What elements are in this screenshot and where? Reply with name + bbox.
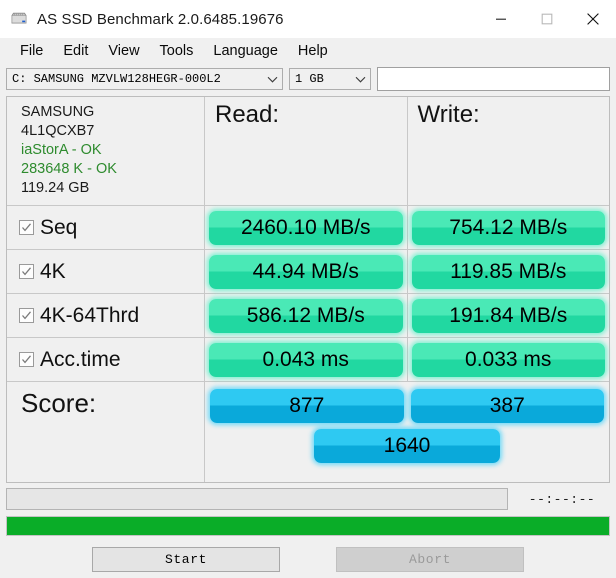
row-label-acc-time[interactable]: Acc.time [7, 338, 205, 381]
write-column-header-cell: Write: [408, 97, 610, 205]
4k-64thrd-read-value: 586.12 MB/s [246, 303, 365, 327]
test-size-select[interactable]: 1 GB [289, 68, 371, 90]
table-row: Seq 2460.10 MB/s 754.12 MB/s [7, 206, 609, 250]
drive-select-value: C: SAMSUNG MZVLW128HEGR-000L2 [12, 72, 221, 86]
checkbox-acc-time[interactable] [19, 352, 34, 367]
device-model: SAMSUNG [21, 104, 95, 120]
close-button[interactable] [570, 0, 616, 38]
minimize-button[interactable] [478, 0, 524, 38]
score-read-value: 877 [289, 394, 325, 417]
4k-read-value: 44.94 MB/s [252, 259, 359, 283]
score-row: Score: 877 387 1640 [7, 382, 609, 482]
test-size-select-value: 1 GB [295, 72, 324, 86]
score-write-pill: 387 [410, 389, 604, 423]
progress-bar [6, 516, 610, 536]
score-total-value: 1640 [383, 434, 431, 457]
checkbox-4k[interactable] [19, 264, 34, 279]
app-window: AS SSD Benchmark 2.0.6485.19676 File Edi… [0, 0, 616, 578]
window-controls [478, 0, 616, 38]
row-label-text: Acc.time [40, 347, 121, 371]
row-label-4k[interactable]: 4K [7, 250, 205, 293]
checkbox-4k-64thrd[interactable] [19, 308, 34, 323]
status-message [6, 488, 508, 510]
4k-write-value-pill: 119.85 MB/s [411, 254, 605, 289]
row-label-seq[interactable]: Seq [7, 206, 205, 249]
seq-read-value-pill: 2460.10 MB/s [209, 210, 403, 245]
4k-64thrd-write-value-pill: 191.84 MB/s [411, 298, 605, 333]
acc-time-read-value: 0.043 ms [262, 347, 349, 371]
score-bottom-row: 1640 [210, 429, 604, 463]
title-bar: AS SSD Benchmark 2.0.6485.19676 [0, 0, 616, 38]
seq-write-value: 754.12 MB/s [449, 215, 568, 239]
elapsed-timer: --:--:-- [528, 491, 596, 507]
4k-read-cell: 44.94 MB/s [205, 250, 408, 293]
status-row: --:--:-- [6, 488, 610, 510]
row-label-text: 4K-64Thrd [40, 303, 140, 327]
table-row: Acc.time 0.043 ms 0.033 ms [7, 338, 609, 382]
row-label-text: Seq [40, 215, 78, 239]
4k-64thrd-read-value-pill: 586.12 MB/s [209, 298, 403, 333]
4k-write-cell: 119.85 MB/s [408, 250, 610, 293]
device-firmware: 4L1QCXB7 [21, 123, 95, 139]
acc-time-read-cell: 0.043 ms [205, 338, 408, 381]
chevron-down-icon [350, 76, 370, 83]
checkbox-seq[interactable] [19, 220, 34, 235]
name-input[interactable] [377, 67, 610, 91]
score-label-cell: Score: [7, 382, 205, 482]
ssd-drive-icon [10, 10, 28, 28]
acc-time-write-cell: 0.033 ms [408, 338, 610, 381]
window-title: AS SSD Benchmark 2.0.6485.19676 [37, 10, 284, 28]
4k-64thrd-write-value: 191.84 MB/s [449, 303, 568, 327]
start-button[interactable]: Start [92, 547, 280, 572]
seq-write-cell: 754.12 MB/s [408, 206, 610, 249]
table-row: 4K-64Thrd 586.12 MB/s 191.84 MB/s [7, 294, 609, 338]
menu-bar: File Edit View Tools Language Help [0, 38, 616, 64]
read-column-header-cell: Read: [205, 97, 408, 205]
write-column-header: Write: [417, 101, 480, 128]
4k-64thrd-read-cell: 586.12 MB/s [205, 294, 408, 337]
menu-item-language[interactable]: Language [203, 41, 288, 61]
device-info-panel: SAMSUNG 4L1QCXB7 iaStorA - OK 283648 K -… [7, 97, 205, 205]
4k-64thrd-write-cell: 191.84 MB/s [408, 294, 610, 337]
seq-write-value-pill: 754.12 MB/s [411, 210, 605, 245]
progress-bar-fill [7, 517, 609, 535]
chevron-down-icon [262, 76, 282, 83]
score-top-row: 877 387 [210, 389, 604, 423]
abort-button: Abort [336, 547, 524, 572]
device-driver-status: iaStorA - OK [21, 142, 102, 158]
table-row: 4K 44.94 MB/s 119.85 MB/s [7, 250, 609, 294]
score-read-pill: 877 [210, 389, 404, 423]
acc-time-write-value: 0.033 ms [465, 347, 552, 371]
menu-item-file[interactable]: File [10, 41, 53, 61]
acc-time-write-value-pill: 0.033 ms [411, 342, 605, 377]
menu-item-help[interactable]: Help [288, 41, 338, 61]
row-label-4k-64thrd[interactable]: 4K-64Thrd [7, 294, 205, 337]
4k-read-value-pill: 44.94 MB/s [209, 254, 403, 289]
button-row: Start Abort [0, 547, 616, 572]
score-write-value: 387 [489, 394, 525, 417]
menu-item-edit[interactable]: Edit [53, 41, 98, 61]
read-column-header: Read: [215, 101, 280, 128]
device-alignment-status: 283648 K - OK [21, 161, 117, 177]
seq-read-cell: 2460.10 MB/s [205, 206, 408, 249]
grid-header-row: SAMSUNG 4L1QCXB7 iaStorA - OK 283648 K -… [7, 97, 609, 206]
seq-read-value: 2460.10 MB/s [240, 215, 371, 239]
device-capacity: 119.24 GB [21, 180, 90, 196]
menu-item-view[interactable]: View [98, 41, 149, 61]
score-values: 877 387 1640 [205, 382, 609, 482]
row-label-text: 4K [40, 259, 66, 283]
menu-item-tools[interactable]: Tools [150, 41, 204, 61]
4k-write-value: 119.85 MB/s [450, 259, 567, 283]
toolbar: C: SAMSUNG MZVLW128HEGR-000L2 1 GB [0, 64, 616, 94]
score-label: Score: [21, 388, 97, 418]
results-grid: SAMSUNG 4L1QCXB7 iaStorA - OK 283648 K -… [6, 96, 610, 483]
acc-time-read-value-pill: 0.043 ms [209, 342, 403, 377]
score-total-pill: 1640 [314, 429, 500, 463]
maximize-button[interactable] [524, 0, 570, 38]
drive-select[interactable]: C: SAMSUNG MZVLW128HEGR-000L2 [6, 68, 283, 90]
